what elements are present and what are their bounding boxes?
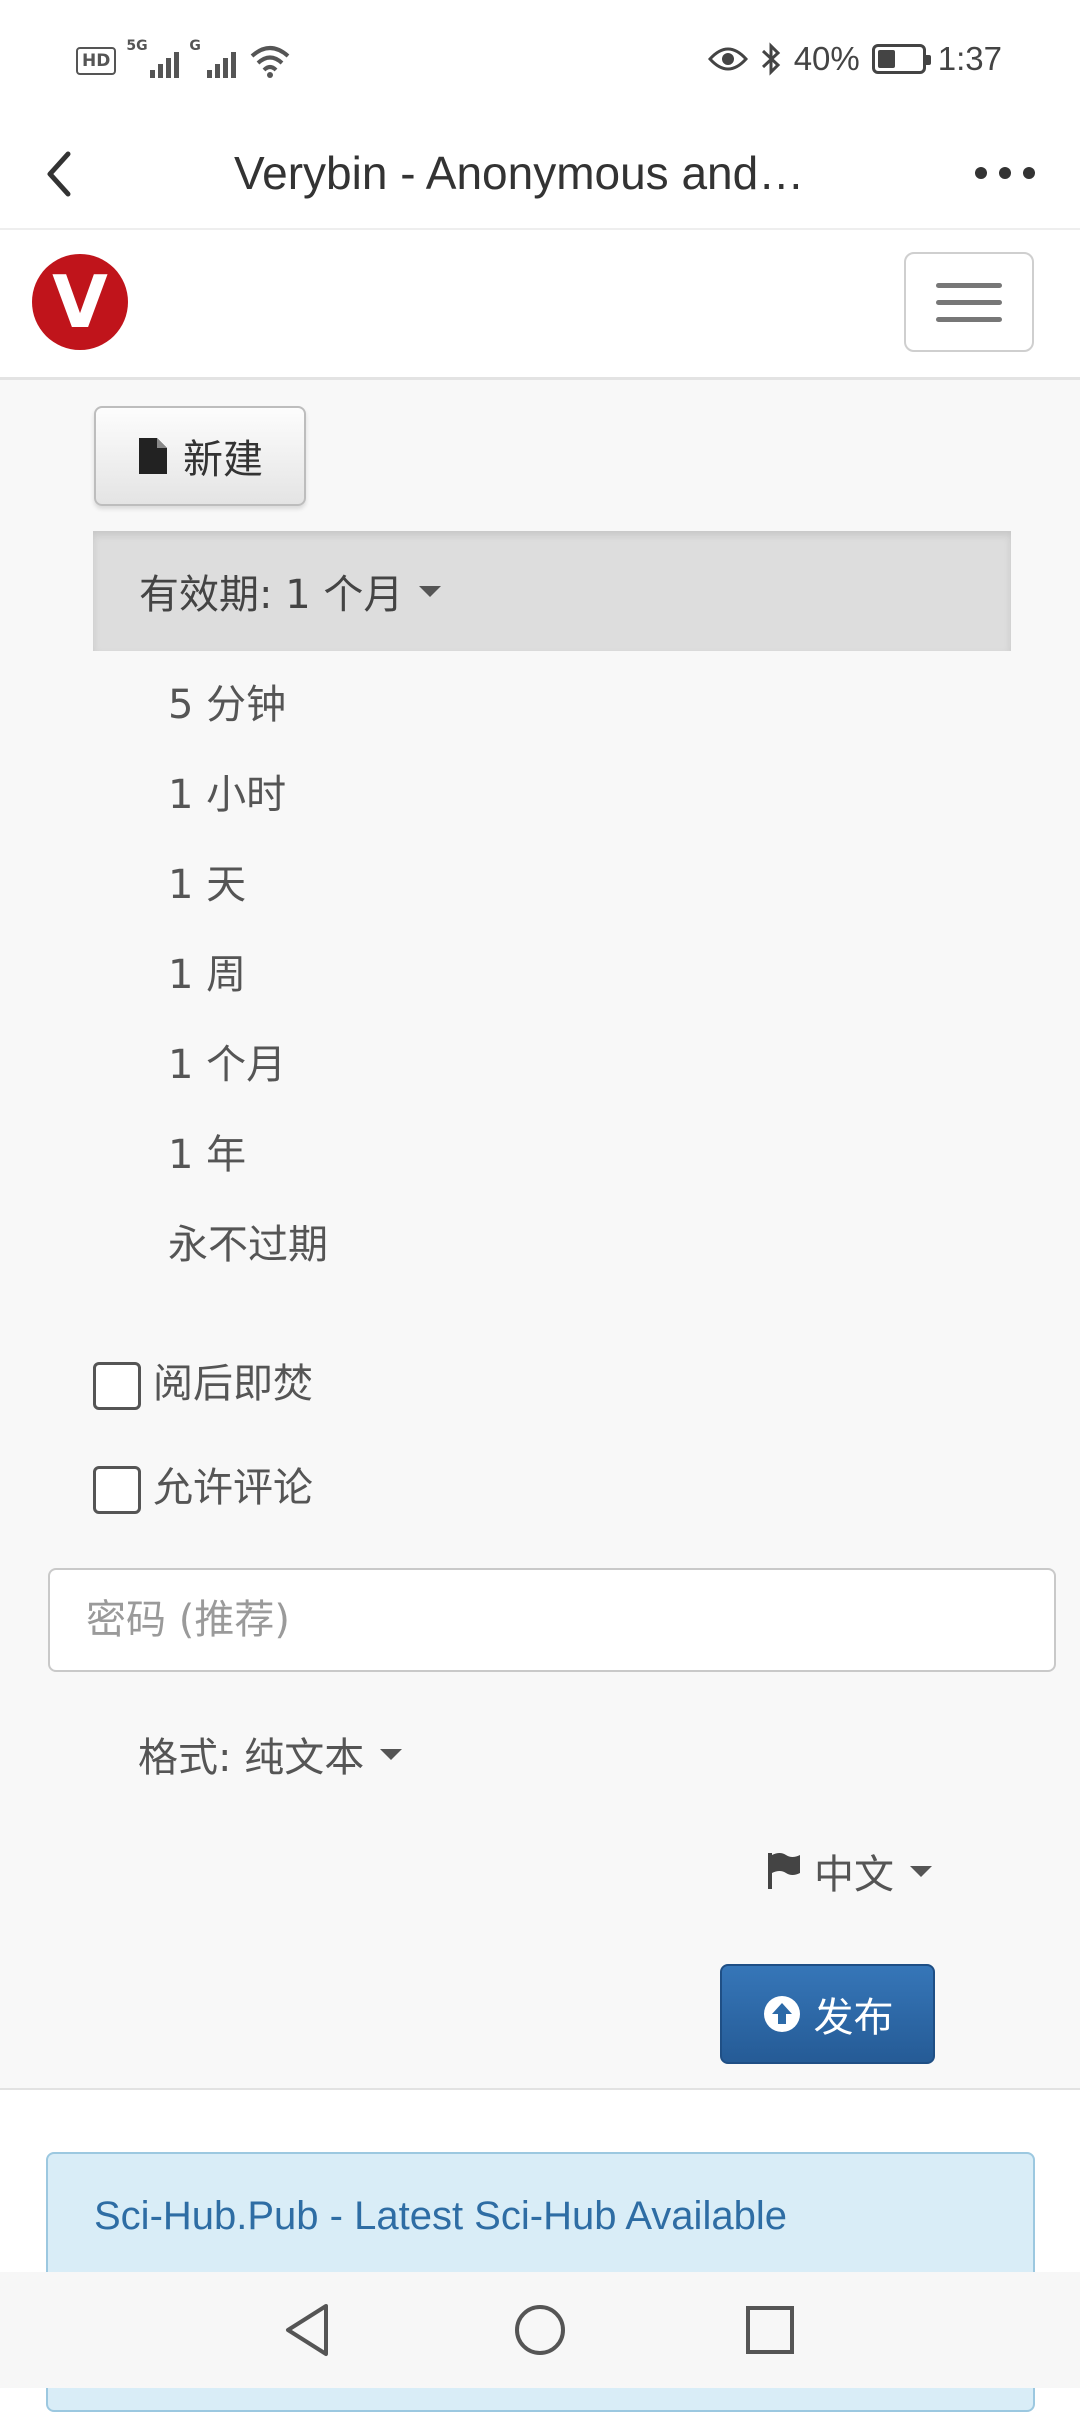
circle-home-icon[interactable] [508,2298,572,2362]
expiry-option[interactable]: 永不过期 [168,1220,768,1310]
bluetooth-icon [761,42,780,76]
back-button[interactable] [26,134,106,214]
flag-icon [768,1853,800,1889]
format-label: 格式: 纯文本 [138,1735,365,1781]
site-navbar: V [0,232,1080,380]
allow-comments-row: 允许评论 [93,1454,313,1514]
status-left-icons: HD 5G G [76,38,290,78]
publish-button[interactable]: 发布 [720,1964,935,2064]
verybin-logo[interactable]: V [30,252,130,352]
expiry-option[interactable]: 1 天 [168,860,768,950]
battery-fill [877,50,895,68]
expiry-option[interactable]: 1 小时 [168,770,768,860]
status-bar: HD 5G G 40% 1:37 [0,0,1080,120]
expiry-option[interactable]: 1 年 [168,1130,768,1220]
sponsored-link[interactable]: Sci-Hub.Pub - Latest Sci-Hub Available [94,2194,787,2238]
expiry-option[interactable]: 1 周 [168,950,768,1040]
browser-app-bar: Verybin - Anonymous and… [0,120,1080,230]
more-dot-icon [1023,167,1035,179]
hamburger-line [936,299,1002,305]
caret-down-icon [380,1748,403,1760]
expiry-option[interactable]: 1 个月 [168,1040,768,1130]
expiry-label: 有效期: 1 个月 [139,572,404,618]
chevron-left-icon [47,151,71,197]
page-title: Verybin - Anonymous and… [234,147,805,199]
eye-icon [707,47,748,71]
system-nav-bar [0,2272,1080,2388]
expiry-dropdown-toggle[interactable]: 有效期: 1 个月 [93,531,1011,651]
format-dropdown[interactable]: 格式: 纯文本 [138,1725,403,1783]
caret-down-icon [910,1865,932,1877]
language-label: 中文 [814,1852,894,1898]
burn-after-reading-row: 阅后即焚 [93,1350,313,1410]
language-dropdown[interactable]: 中文 [766,1842,932,1900]
battery-icon [871,44,931,74]
sim2-label: G [189,38,201,54]
paste-form-panel: 新建 有效期: 1 个月 5 分钟 1 小时 1 天 1 周 1 个月 1 年 … [0,380,1080,2090]
upload-circle-icon [763,1996,800,2032]
file-icon [139,438,167,474]
allow-comments-checkbox[interactable] [93,1466,141,1514]
wifi-icon [251,46,290,78]
square-recents-icon[interactable] [738,2298,802,2362]
more-dot-icon [999,167,1011,179]
expiry-option[interactable]: 5 分钟 [168,680,768,770]
password-input[interactable] [48,1568,1056,1672]
publish-label: 发布 [813,1995,894,2041]
signal-sim2-icon: G [189,38,237,78]
signal-sim1-icon: 5G [126,38,180,78]
burn-after-reading-checkbox[interactable] [93,1362,141,1410]
expiry-menu: 5 分钟 1 小时 1 天 1 周 1 个月 1 年 永不过期 [168,680,768,1310]
more-options-button[interactable] [960,142,1050,204]
more-dot-icon [975,167,987,179]
sim1-label: 5G [126,38,148,54]
allow-comments-label: 允许评论 [153,1465,313,1511]
clock: 1:37 [937,40,1002,77]
logo-letter: V [52,260,108,344]
hamburger-line [936,316,1002,322]
status-right-icons: 40% 1:37 [707,40,1002,78]
triangle-back-icon[interactable] [278,2298,342,2362]
hamburger-line [936,282,1002,288]
hd-icon: HD [76,47,117,75]
new-button[interactable]: 新建 [94,406,306,506]
burn-after-reading-label: 阅后即焚 [153,1361,313,1407]
new-button-label: 新建 [183,437,263,483]
caret-down-icon [419,585,442,597]
battery-percent: 40% [793,40,860,77]
menu-toggle-button[interactable] [904,252,1034,352]
